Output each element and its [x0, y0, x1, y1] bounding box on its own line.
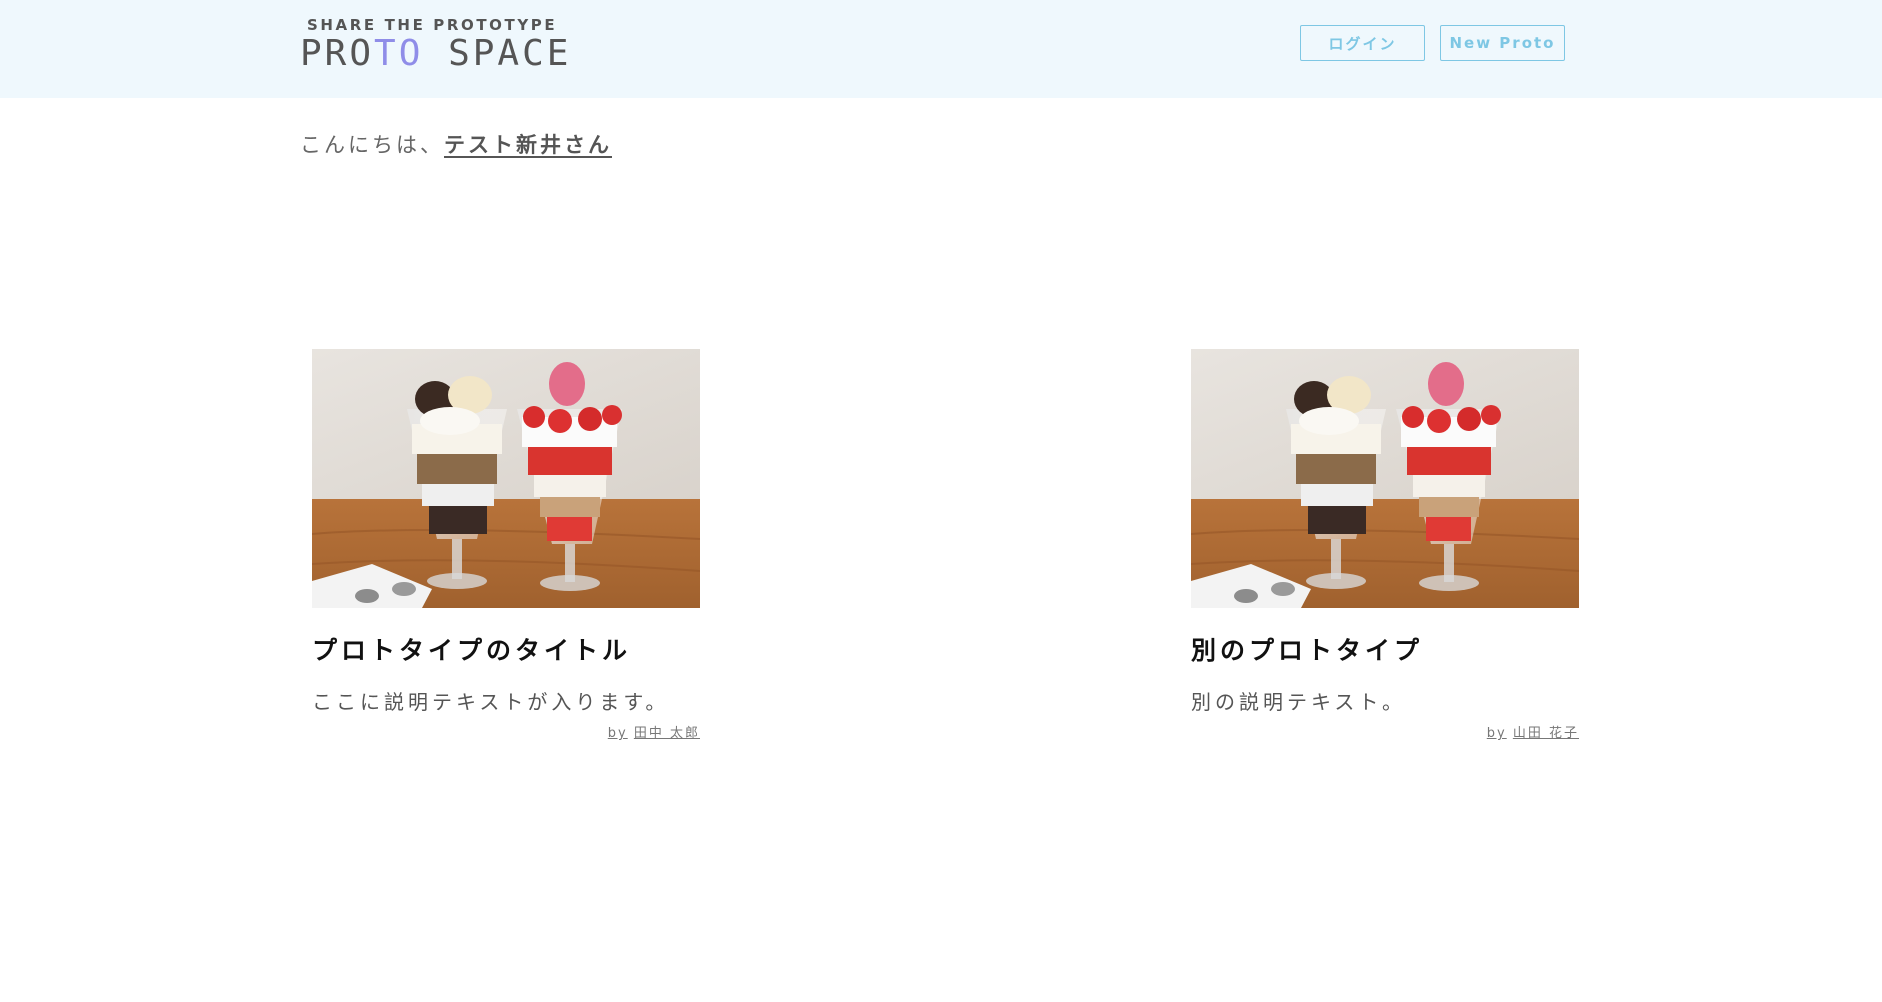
prototype-title-link[interactable]: 別のプロトタイプ: [1191, 634, 1579, 668]
greeting-prefix: こんにちは、: [300, 133, 444, 157]
greeting: こんにちは、テスト新井さん: [300, 130, 612, 160]
prototype-description: ここに説明テキストが入ります。: [312, 690, 670, 714]
author-link[interactable]: 田中 太郎: [634, 726, 700, 741]
prototype-description: 別の説明テキスト。: [1191, 690, 1406, 714]
logo-tagline: SHARE THE PROTOTYPE: [307, 16, 558, 34]
prototype-author: by 山田 花子: [1191, 726, 1579, 742]
login-button[interactable]: ログイン: [1300, 25, 1425, 61]
prototype-card: 別のプロトタイプ 別の説明テキスト。 by 山田 花子: [1191, 349, 1579, 742]
prototype-image[interactable]: [312, 349, 700, 608]
prototype-image[interactable]: [1191, 349, 1579, 608]
logo-wordmark-part2: SPACE: [423, 33, 572, 74]
user-name-link[interactable]: テスト新井さん: [444, 133, 612, 157]
author-link[interactable]: 山田 花子: [1513, 726, 1579, 741]
prototype-card: プロトタイプのタイトル ここに説明テキストが入ります。 by 田中 太郎: [312, 349, 700, 742]
site-header: SHARE THE PROTOTYPE PROTO SPACE ログイン New…: [0, 0, 1882, 98]
parfait-photo-image: [1191, 349, 1579, 608]
author-by-label: by: [1486, 726, 1507, 741]
parfait-photo-image: [312, 349, 700, 608]
logo[interactable]: SHARE THE PROTOTYPE PROTO SPACE: [300, 16, 571, 74]
prototype-author: by 田中 太郎: [312, 726, 700, 742]
prototype-title-link[interactable]: プロトタイプのタイトル: [312, 634, 700, 668]
author-by-label: by: [607, 726, 628, 741]
logo-wordmark: PROTO SPACE: [300, 34, 571, 74]
new-proto-button[interactable]: New Proto: [1440, 25, 1565, 61]
logo-wordmark-part1: PRO: [300, 33, 375, 74]
logo-wordmark-accent: TO: [374, 33, 424, 74]
